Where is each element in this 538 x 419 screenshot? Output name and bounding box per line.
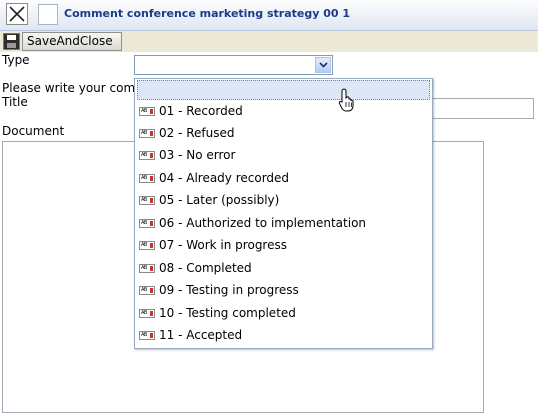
text-field-icon: AB <box>139 129 155 138</box>
toolbar: SaveAndClose <box>0 31 538 52</box>
text-field-icon: AB <box>139 286 155 295</box>
dropdown-empty-option[interactable] <box>137 80 430 100</box>
chevron-down-icon <box>319 62 328 68</box>
type-dropdown-button[interactable] <box>315 57 331 73</box>
text-field-icon: AB <box>139 241 155 250</box>
close-icon <box>9 6 25 22</box>
text-field-icon: AB <box>139 196 155 205</box>
dropdown-option[interactable]: AB 05 - Later (possibly) <box>137 190 430 211</box>
text-field-icon: AB <box>139 309 155 318</box>
dropdown-option[interactable]: AB 11 - Accepted <box>137 325 430 346</box>
dropdown-option[interactable]: AB 02 - Refused <box>137 123 430 144</box>
text-field-icon: AB <box>139 264 155 273</box>
dropdown-option-label: 07 - Work in progress <box>159 238 287 252</box>
title-label: Title <box>2 95 28 109</box>
dropdown-option[interactable]: AB 03 - No error <box>137 145 430 166</box>
dropdown-option-label: 03 - No error <box>159 148 236 162</box>
dropdown-option-label: 11 - Accepted <box>159 328 243 342</box>
text-field-icon: AB <box>139 331 155 340</box>
dropdown-option[interactable]: AB 09 - Testing in progress <box>137 280 430 301</box>
dropdown-option-label: 08 - Completed <box>159 261 252 275</box>
dropdown-option-label: 09 - Testing in progress <box>159 283 299 297</box>
dropdown-option-label: 01 - Recorded <box>159 104 243 118</box>
dropdown-option[interactable]: AB 04 - Already recorded <box>137 168 430 189</box>
type-dropdown-list: AB 01 - Recorded AB 02 - Refused AB 03 -… <box>134 78 433 349</box>
type-label: Type <box>2 53 30 67</box>
dropdown-option-label: 04 - Already recorded <box>159 171 290 185</box>
window-icon-box <box>38 4 58 25</box>
comment-note-label: Please write your comm <box>2 81 147 95</box>
dropdown-option[interactable]: AB 07 - Work in progress <box>137 235 430 256</box>
dropdown-option[interactable]: AB 06 - Authorized to implementation <box>137 213 430 234</box>
dropdown-option-label: 05 - Later (possibly) <box>159 193 280 207</box>
text-field-icon: AB <box>139 107 155 116</box>
dropdown-option-label: 06 - Authorized to implementation <box>159 216 367 230</box>
text-field-icon: AB <box>139 219 155 228</box>
text-field-icon: AB <box>139 151 155 160</box>
save-icon[interactable] <box>3 33 20 50</box>
dropdown-option-label: 10 - Testing completed <box>159 306 296 320</box>
window-title: Comment conference marketing strategy 00… <box>64 7 351 20</box>
dropdown-option[interactable]: AB 01 - Recorded <box>137 101 430 122</box>
text-field-icon: AB <box>139 174 155 183</box>
hand-pointer-icon <box>338 88 354 112</box>
dropdown-option[interactable]: AB 10 - Testing completed <box>137 303 430 324</box>
close-button[interactable] <box>6 3 28 25</box>
dropdown-option-label: 02 - Refused <box>159 126 235 140</box>
save-and-close-button[interactable]: SaveAndClose <box>22 32 122 51</box>
document-label: Document <box>2 124 65 138</box>
type-select[interactable] <box>134 55 333 75</box>
dropdown-option[interactable]: AB 08 - Completed <box>137 258 430 279</box>
window-titlebar: Comment conference marketing strategy 00… <box>0 0 538 31</box>
